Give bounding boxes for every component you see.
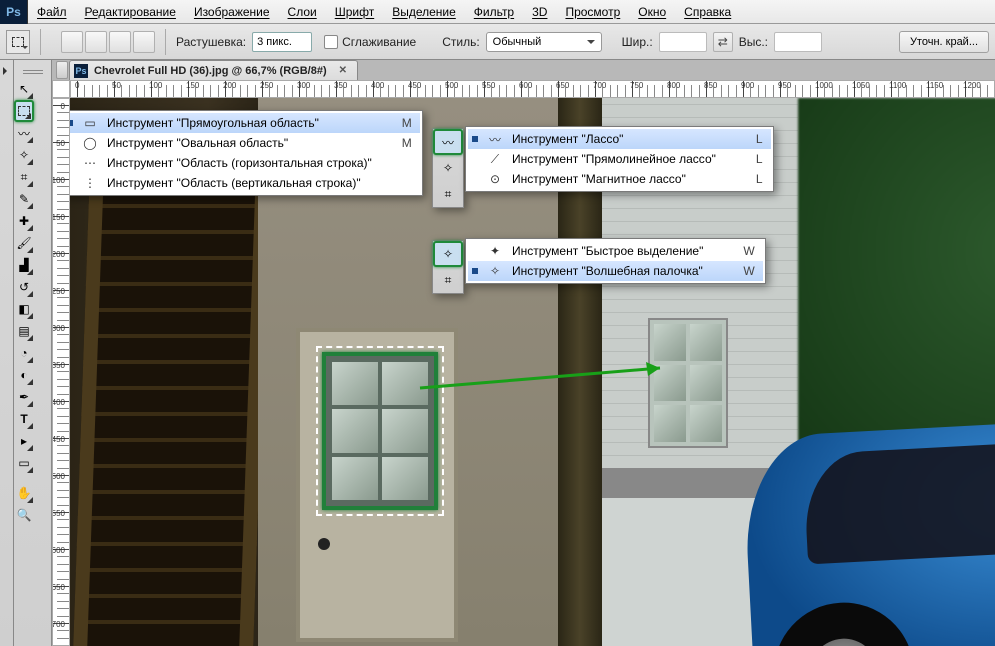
feather-input[interactable]	[252, 32, 312, 52]
panel-dock-strip	[0, 60, 14, 646]
menu-view[interactable]: Просмотр	[556, 0, 629, 24]
flyout-item[interactable]: ⋮Инструмент "Область (вертикальная строк…	[70, 173, 420, 193]
app-logo: Ps	[0, 0, 28, 24]
menu-select[interactable]: Выделение	[383, 0, 465, 24]
flyout-item[interactable]: ⊙Инструмент "Магнитное лассо"L	[468, 169, 771, 189]
gradient-tool[interactable]: ▤	[14, 320, 34, 342]
path-select-tool[interactable]: ▸	[14, 430, 34, 452]
crop-tool[interactable]: ⌗	[14, 166, 34, 188]
menu-file[interactable]: Файл	[28, 0, 76, 24]
active-tool-indicator[interactable]	[6, 30, 30, 54]
tab-scroll-left-icon[interactable]	[56, 61, 68, 79]
selection-subtract-icon[interactable]	[109, 31, 131, 53]
file-type-icon: Ps	[74, 64, 88, 78]
stamp-tool[interactable]: ▟	[14, 254, 34, 276]
lasso-tool[interactable]: 〰	[14, 122, 34, 144]
document-tab-title: Chevrolet Full HD (36).jpg @ 66,7% (RGB/…	[94, 65, 327, 77]
history-brush-tool[interactable]: ↺	[14, 276, 34, 298]
menu-type[interactable]: Шрифт	[326, 0, 383, 24]
lasso-tool-column: 〰 ✧ ⌗	[432, 128, 464, 208]
toolbar: ↖ 〰 ✧ ⌗ ✎ ✚ 🖌 ▟ ↺ ◧ ▤ ◔ ◐ ✒ T ▸ ▭ ✋ 🔍	[14, 60, 52, 646]
height-input[interactable]	[774, 32, 822, 52]
flyout-item[interactable]: ✧Инструмент "Волшебная палочка"W	[468, 261, 763, 281]
refine-edge-button[interactable]: Уточн. край...	[899, 31, 989, 53]
lasso-tool-icon[interactable]: 〰	[433, 129, 463, 155]
wand-tool-icon-2[interactable]: ✧	[433, 155, 463, 181]
document-tab[interactable]: Ps Chevrolet Full HD (36).jpg @ 66,7% (R…	[69, 60, 358, 80]
width-label: Шир.:	[622, 35, 653, 49]
horizontal-ruler-wrap: 0501001502002503003504004505005506006507…	[52, 80, 995, 98]
move-tool[interactable]: ↖	[14, 78, 34, 100]
canvas-area[interactable]: ▭Инструмент "Прямоугольная область"M◯Инс…	[70, 98, 995, 646]
brush-tool[interactable]: 🖌	[14, 232, 34, 254]
zoom-tool[interactable]: 🔍	[14, 504, 34, 526]
eyedropper-tool[interactable]: ✎	[14, 188, 34, 210]
blur-tool[interactable]: ◔	[14, 342, 34, 364]
style-label: Стиль:	[442, 35, 479, 49]
marquee-tool[interactable]	[14, 100, 34, 122]
antialias-label: Сглаживание	[342, 35, 416, 49]
flyout-item[interactable]: 〰Инструмент "Лассо"L	[468, 129, 771, 149]
height-label: Выс.:	[739, 35, 768, 49]
annotation-arrow-icon	[410, 358, 690, 418]
close-tab-icon[interactable]: ✕	[339, 65, 347, 76]
toolbar-grip-icon[interactable]	[14, 64, 51, 78]
shape-tool[interactable]: ▭	[14, 452, 34, 474]
pen-tool[interactable]: ✒	[14, 386, 34, 408]
crop-tool-icon-2[interactable]: ⌗	[433, 181, 463, 207]
hand-tool[interactable]: ✋	[14, 482, 34, 504]
wand-tool-icon-3[interactable]: ✧	[433, 241, 463, 267]
menu-help[interactable]: Справка	[675, 0, 740, 24]
menu-layer[interactable]: Слои	[279, 0, 326, 24]
dock-expand-icon[interactable]	[0, 64, 13, 78]
menu-3d[interactable]: 3D	[523, 0, 556, 24]
flyout-item[interactable]: ▭Инструмент "Прямоугольная область"M	[70, 113, 420, 133]
flyout-item[interactable]: ⋯Инструмент "Область (горизонтальная стр…	[70, 153, 420, 173]
wand-tool-column: ✧ ⌗	[432, 240, 464, 294]
menu-edit[interactable]: Редактирование	[76, 0, 185, 24]
selection-add-icon[interactable]	[85, 31, 107, 53]
selection-new-icon[interactable]	[61, 31, 83, 53]
style-select[interactable]: Обычный	[486, 32, 602, 52]
width-input[interactable]	[659, 32, 707, 52]
marquee-flyout: ▭Инструмент "Прямоугольная область"M◯Инс…	[70, 110, 423, 196]
menubar: Ps Файл Редактирование Изображение Слои …	[0, 0, 995, 24]
vertical-ruler[interactable]: 0501001502002503003504004505005506006507…	[52, 98, 70, 646]
antialias-checkbox[interactable]	[324, 35, 338, 49]
eraser-tool[interactable]: ◧	[14, 298, 34, 320]
wand-tool[interactable]: ✧	[14, 144, 34, 166]
flyout-item[interactable]: ◯Инструмент "Овальная область"M	[70, 133, 420, 153]
document-tabs: Ps Chevrolet Full HD (36).jpg @ 66,7% (R…	[52, 60, 995, 80]
lasso-flyout: 〰Инструмент "Лассо"L⟋Инструмент "Прямоли…	[465, 126, 774, 192]
horizontal-ruler[interactable]: 0501001502002503003504004505005506006507…	[70, 80, 995, 98]
wand-flyout: ✦Инструмент "Быстрое выделение"W✧Инструм…	[465, 238, 766, 284]
feather-label: Растушевка:	[176, 35, 246, 49]
menu-window[interactable]: Окно	[629, 0, 675, 24]
options-bar: Растушевка: Сглаживание Стиль: Обычный Ш…	[0, 24, 995, 60]
menu-image[interactable]: Изображение	[185, 0, 279, 24]
type-tool[interactable]: T	[14, 408, 34, 430]
selection-intersect-icon[interactable]	[133, 31, 155, 53]
selection-mode-group	[61, 31, 155, 53]
flyout-item[interactable]: ⟋Инструмент "Прямолинейное лассо"L	[468, 149, 771, 169]
menu-filter[interactable]: Фильтр	[465, 0, 523, 24]
crop-tool-icon-3[interactable]: ⌗	[433, 267, 463, 293]
dodge-tool[interactable]: ◐	[14, 364, 34, 386]
flyout-item[interactable]: ✦Инструмент "Быстрое выделение"W	[468, 241, 763, 261]
swap-wh-icon[interactable]: ⇄	[713, 32, 733, 52]
ruler-origin-corner[interactable]	[52, 80, 70, 98]
heal-tool[interactable]: ✚	[14, 210, 34, 232]
